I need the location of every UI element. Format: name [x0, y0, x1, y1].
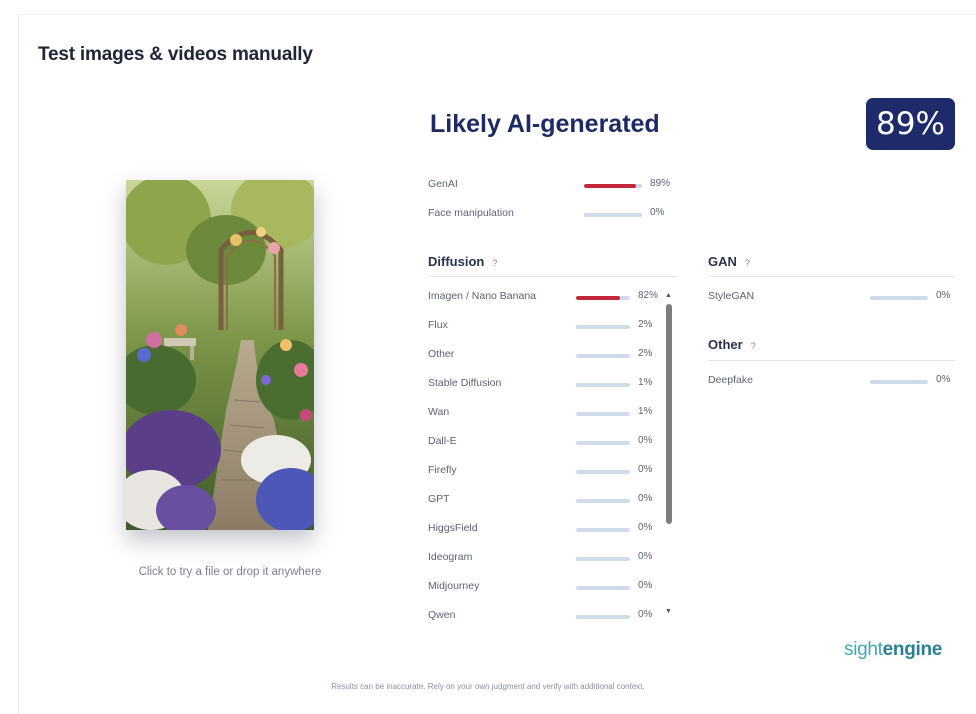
score-fill — [576, 412, 577, 416]
verdict-label: Likely AI-generated — [430, 110, 660, 138]
help-icon[interactable]: ? — [751, 341, 756, 351]
score-bar — [576, 412, 630, 416]
row-percent: 0% — [936, 374, 951, 385]
divider — [708, 360, 955, 361]
uploaded-image-dropzone[interactable] — [126, 180, 314, 530]
brand-part2: engine — [882, 639, 943, 660]
score-bar — [576, 296, 630, 300]
help-icon[interactable]: ? — [745, 258, 750, 268]
section-title-text: Other — [708, 337, 743, 352]
score-bar — [870, 380, 928, 384]
row-percent: 0% — [650, 207, 665, 218]
diffusion-row: Qwen 0% — [428, 609, 660, 625]
section-title-text: Diffusion — [428, 254, 485, 269]
summary-row-face: Face manipulation 0% — [428, 207, 678, 223]
row-percent: 0% — [638, 609, 653, 620]
score-bar — [576, 325, 630, 329]
row-label: Firefly — [428, 464, 457, 476]
diffusion-row: Stable Diffusion 1% — [428, 377, 660, 393]
row-label: Ideogram — [428, 551, 473, 563]
row-percent: 0% — [638, 522, 653, 533]
row-percent: 1% — [638, 406, 653, 417]
row-percent: 0% — [936, 290, 951, 301]
row-percent: 82% — [638, 290, 659, 301]
section-title-text: GAN — [708, 254, 737, 269]
section-gan-title: GAN? — [708, 254, 750, 269]
divider — [708, 276, 955, 277]
summary-row-genai: GenAI 89% — [428, 178, 678, 194]
row-label: Wan — [428, 406, 450, 418]
score-fill — [576, 383, 577, 387]
row-percent: 2% — [638, 319, 653, 330]
diffusion-row: Dall-E 0% — [428, 435, 660, 451]
score-bar — [576, 470, 630, 474]
score-fill — [584, 184, 636, 188]
divider — [428, 276, 678, 277]
row-label: Flux — [428, 319, 448, 331]
diffusion-row: Midjourney 0% — [428, 580, 660, 596]
score-bar — [576, 615, 630, 619]
row-label: Midjourney — [428, 580, 480, 592]
scroll-down-icon[interactable]: ▼ — [665, 608, 672, 615]
score-bar — [576, 383, 630, 387]
row-percent: 0% — [638, 464, 653, 475]
garden-image — [126, 180, 314, 530]
score-bar — [576, 557, 630, 561]
row-label: Other — [428, 348, 455, 360]
row-label: HiggsField — [428, 522, 478, 534]
row-label: StyleGAN — [708, 290, 755, 302]
diffusion-row: Ideogram 0% — [428, 551, 660, 567]
score-bar — [576, 354, 630, 358]
section-diffusion-title: Diffusion? — [428, 254, 497, 269]
scroll-up-icon[interactable]: ▲ — [665, 292, 672, 299]
score-bar — [584, 213, 642, 217]
row-label: Face manipulation — [428, 207, 514, 219]
section-other-title: Other? — [708, 337, 756, 352]
row-label: Deepfake — [708, 374, 753, 386]
diffusion-row: Wan 1% — [428, 406, 660, 422]
row-percent: 1% — [638, 377, 653, 388]
diffusion-scrollbar[interactable] — [666, 304, 672, 524]
diffusion-row: GPT 0% — [428, 493, 660, 509]
diffusion-row: HiggsField 0% — [428, 522, 660, 538]
score-bar — [576, 528, 630, 532]
diffusion-row: Other 2% — [428, 348, 660, 364]
score-bar — [584, 184, 642, 188]
brand-part1: sight — [844, 639, 883, 660]
sightengine-logo[interactable]: sightengine — [844, 639, 942, 661]
score-fill — [576, 296, 621, 300]
other-row-deepfake: Deepfake 0% — [708, 374, 955, 390]
score-bar — [576, 586, 630, 590]
score-bar — [576, 441, 630, 445]
row-label: Imagen / Nano Banana — [428, 290, 536, 302]
help-icon[interactable]: ? — [492, 258, 497, 268]
row-label: GenAI — [428, 178, 458, 190]
row-percent: 0% — [638, 580, 653, 591]
gan-row-stylegan: StyleGAN 0% — [708, 290, 955, 306]
row-percent: 0% — [638, 551, 653, 562]
diffusion-row: Flux 2% — [428, 319, 660, 335]
upload-hint[interactable]: Click to try a file or drop it anywhere — [80, 566, 380, 578]
score-fill — [576, 325, 577, 329]
row-percent: 2% — [638, 348, 653, 359]
diffusion-row: Firefly 0% — [428, 464, 660, 480]
diffusion-row: Imagen / Nano Banana 82% — [428, 290, 660, 306]
disclaimer: Results can be inaccurate. Rely on your … — [331, 682, 645, 691]
row-label: Dall-E — [428, 435, 457, 447]
row-percent: 0% — [638, 435, 653, 446]
row-percent: 0% — [638, 493, 653, 504]
score-bar — [870, 296, 928, 300]
row-label: GPT — [428, 493, 450, 505]
page-title: Test images & videos manually — [38, 44, 313, 65]
score-badge: 89% — [866, 98, 955, 150]
row-label: Stable Diffusion — [428, 377, 502, 389]
row-percent: 89% — [650, 178, 671, 189]
row-label: Qwen — [428, 609, 456, 621]
score-bar — [576, 499, 630, 503]
score-fill — [576, 354, 577, 358]
